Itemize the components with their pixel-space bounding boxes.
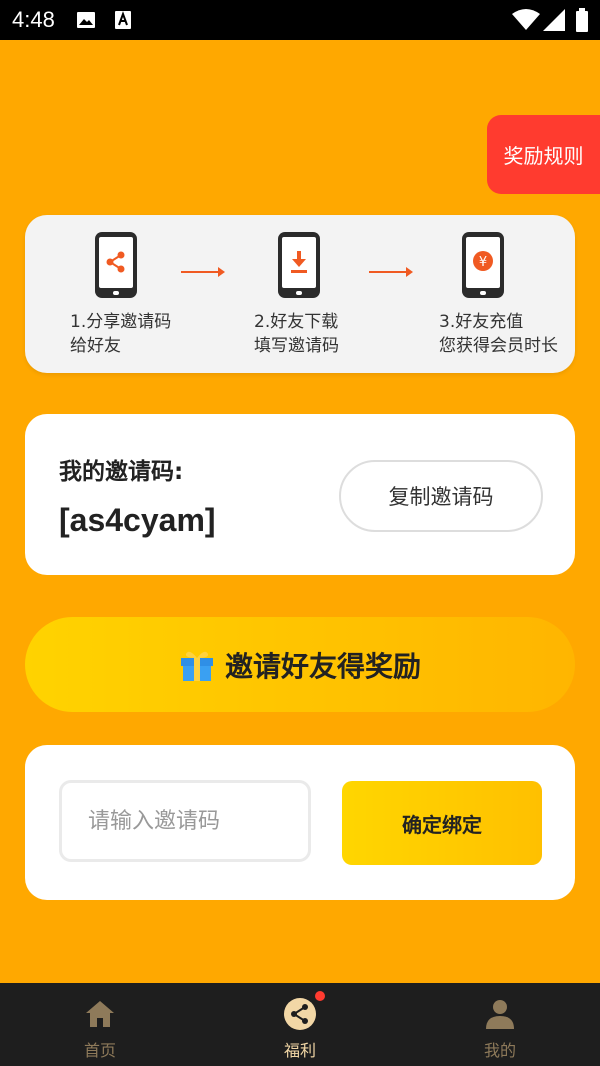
step-arrow-2 [369,267,413,277]
invite-code-value: [as4cyam] [59,502,216,538]
tab-home[interactable]: 首页 [0,983,200,1066]
step-1-label: 1.分享邀请码 给好友 [70,312,172,356]
invite-banner-label: 邀请好友得奖励 [224,649,421,683]
svg-text:¥: ¥ [479,255,487,270]
tab-mine-label: 我的 [483,1041,516,1060]
copy-invite-code-button[interactable]: 复制邀请码 [339,460,543,532]
step-3-phone-icon: ¥ [462,232,504,298]
main-content: 奖励规则 1.分享邀请码 给好友 2.好友下载 填写邀请码 ¥ 3.好友充值 您… [0,40,600,983]
tab-welfare-label: 福利 [283,1041,316,1060]
invite-friends-banner-button[interactable]: 邀请好友得奖励 [25,617,575,712]
battery-icon [576,8,588,32]
bottom-tab-bar: 首页 福利 我的 [0,983,600,1066]
image-icon [77,12,95,28]
step-2-phone-icon [278,232,320,298]
download-icon [291,251,307,273]
wifi-icon [512,9,540,30]
status-time: 4:48 [12,7,55,32]
step-arrow-1 [181,267,225,277]
my-invite-code-card: 我的邀请码: [as4cyam] 复制邀请码 [25,414,575,575]
step-2-label: 2.好友下载 填写邀请码 [254,312,339,356]
notification-dot [315,991,325,1001]
bind-invite-code-card: 确定绑定 [25,745,575,900]
accessibility-font-icon [115,11,131,29]
share-icon [284,998,316,1030]
tab-mine[interactable]: 我的 [400,983,600,1066]
tab-home-label: 首页 [83,1041,116,1060]
confirm-bind-button[interactable]: 确定绑定 [342,781,542,865]
invite-code-label: 我的邀请码: [59,459,184,485]
reward-rules-button[interactable]: 奖励规则 [487,115,600,194]
user-icon [486,1000,514,1029]
step-3-label: 3.好友充值 您获得会员时长 [439,312,558,356]
status-bar: 4:48 [0,0,600,40]
invite-steps-card: 1.分享邀请码 给好友 2.好友下载 填写邀请码 ¥ 3.好友充值 您获得会员时… [25,215,575,373]
step-1-phone-icon [95,232,137,298]
gift-icon [180,651,213,681]
yuan-coin-icon: ¥ [473,251,493,271]
signal-icon [543,9,565,31]
tab-welfare[interactable]: 福利 [200,983,400,1066]
home-icon [86,1001,114,1027]
invite-code-input[interactable] [59,780,311,862]
share-icon [106,251,125,273]
